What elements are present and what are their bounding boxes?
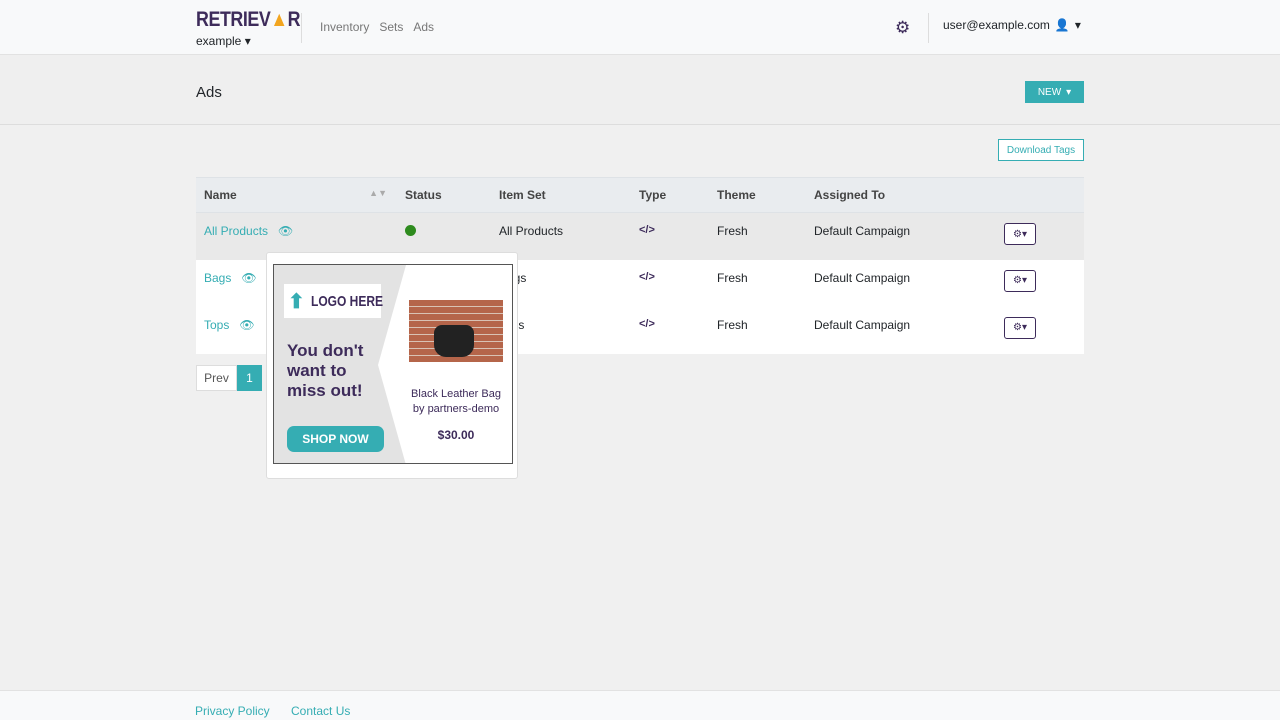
row-actions-gear-button[interactable]: ⚙▾	[1004, 223, 1036, 245]
page-header	[0, 55, 1280, 125]
ad-headline: You don't want to miss out!	[287, 341, 364, 400]
org-name: example	[196, 34, 242, 48]
eye-icon[interactable]: 👁	[241, 271, 256, 285]
col-assigned: Assigned To	[806, 177, 996, 213]
ad-name-link[interactable]: Bags	[204, 271, 231, 285]
nav-inventory[interactable]: Inventory	[320, 20, 369, 34]
user-menu[interactable]: user@example.com 👤 ▾	[943, 18, 1081, 32]
user-icon: 👤	[1054, 18, 1070, 32]
pagination: Prev 1	[196, 365, 262, 391]
col-actions	[996, 177, 1084, 213]
table-header: Name ▲▼ Status Item Set Type Theme Assign…	[196, 177, 1084, 213]
page-1-button[interactable]: 1	[237, 365, 262, 391]
assigned-to: Default Campaign	[806, 212, 996, 260]
col-name[interactable]: Name ▲▼	[196, 177, 397, 213]
nav-ads[interactable]: Ads	[413, 20, 434, 34]
product-name: Black Leather Bag by partners-demo	[411, 388, 501, 415]
theme: Fresh	[709, 306, 806, 354]
col-status: Status	[397, 177, 491, 213]
theme: Fresh	[709, 259, 806, 307]
col-theme: Theme	[709, 177, 806, 213]
ad-preview: ⬆ LOGO HERE You don't want to miss out! S…	[273, 264, 513, 464]
col-type: Type	[631, 177, 709, 213]
shop-now-button[interactable]: SHOP NOW	[287, 426, 384, 452]
caret-down-icon: ▾	[1074, 18, 1081, 32]
ad-logo: ⬆ LOGO HERE	[284, 284, 383, 318]
privacy-policy-link[interactable]: Privacy Policy	[195, 704, 270, 718]
eye-icon[interactable]: 👁	[239, 318, 254, 332]
ad-name-link[interactable]: All Products	[204, 224, 268, 238]
footer: Privacy Policy Contact Us	[0, 690, 1280, 720]
brand-logo[interactable]: RETRIEV▲R	[196, 8, 301, 32]
row-actions-gear-button[interactable]: ⚙▾	[1004, 269, 1036, 292]
new-label: NEW	[1037, 86, 1062, 98]
code-icon[interactable]: </>	[631, 259, 709, 307]
product-image	[409, 300, 503, 362]
settings-gear-icon[interactable]: ⚙	[895, 18, 910, 38]
org-switcher[interactable]: example ▾	[196, 34, 251, 48]
divider	[301, 13, 302, 43]
navbar: RETRIEV▲R example ▾ Inventory Sets Ads ⚙…	[0, 0, 1280, 55]
ad-preview-popover: ⬆ LOGO HERE You don't want to miss out! S…	[266, 252, 518, 479]
prev-button[interactable]: Prev	[196, 365, 237, 391]
caret-down-icon: ▾	[1066, 86, 1072, 98]
product-price: $30.00	[437, 428, 475, 442]
nav-sets[interactable]: Sets	[379, 20, 403, 34]
sort-icon: ▲▼	[369, 188, 387, 198]
row-actions-gear-button[interactable]: ⚙▾	[1004, 316, 1036, 339]
assigned-to: Default Campaign	[806, 259, 996, 307]
new-button[interactable]: NEW ▾	[1025, 81, 1084, 103]
download-tags-button[interactable]: Download Tags	[998, 139, 1084, 161]
ad-name-link[interactable]: Tops	[204, 318, 229, 332]
arrow-up-icon: ⬆	[288, 290, 305, 313]
divider	[928, 13, 929, 43]
code-icon[interactable]: </>	[631, 212, 709, 260]
eye-icon[interactable]: 👁	[278, 224, 293, 238]
user-email: user@example.com	[943, 18, 1050, 32]
status-active-icon	[405, 225, 416, 236]
assigned-to: Default Campaign	[806, 306, 996, 354]
code-icon[interactable]: </>	[631, 306, 709, 354]
col-item-set: Item Set	[491, 177, 631, 213]
page-title: Ads	[196, 84, 222, 101]
contact-us-link[interactable]: Contact Us	[291, 704, 350, 718]
theme: Fresh	[709, 212, 806, 260]
